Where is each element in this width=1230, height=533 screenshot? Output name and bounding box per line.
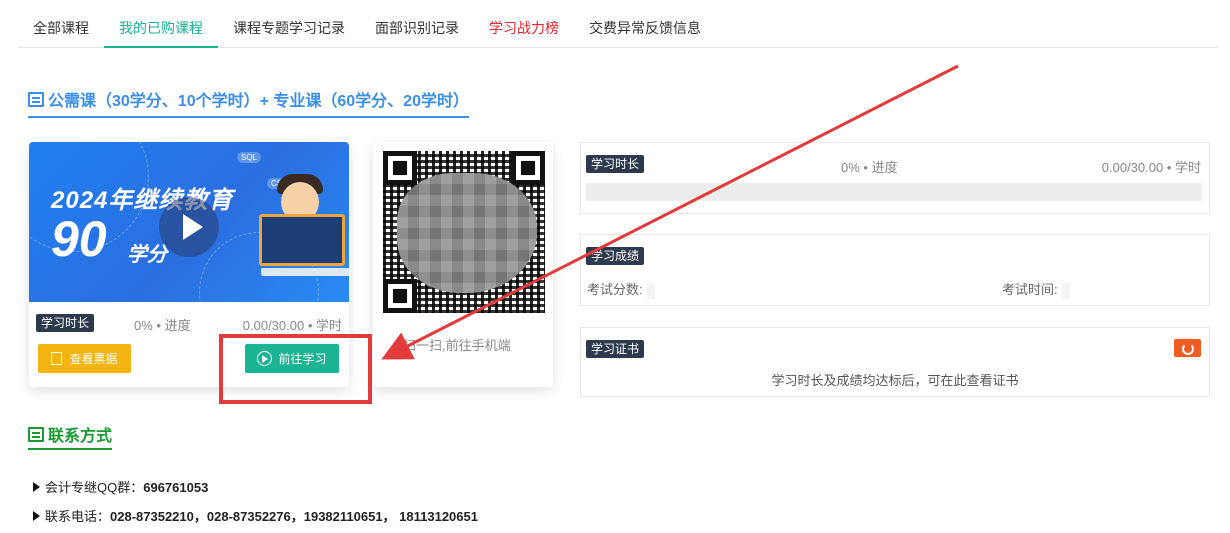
annotation-arrow	[381, 64, 959, 360]
